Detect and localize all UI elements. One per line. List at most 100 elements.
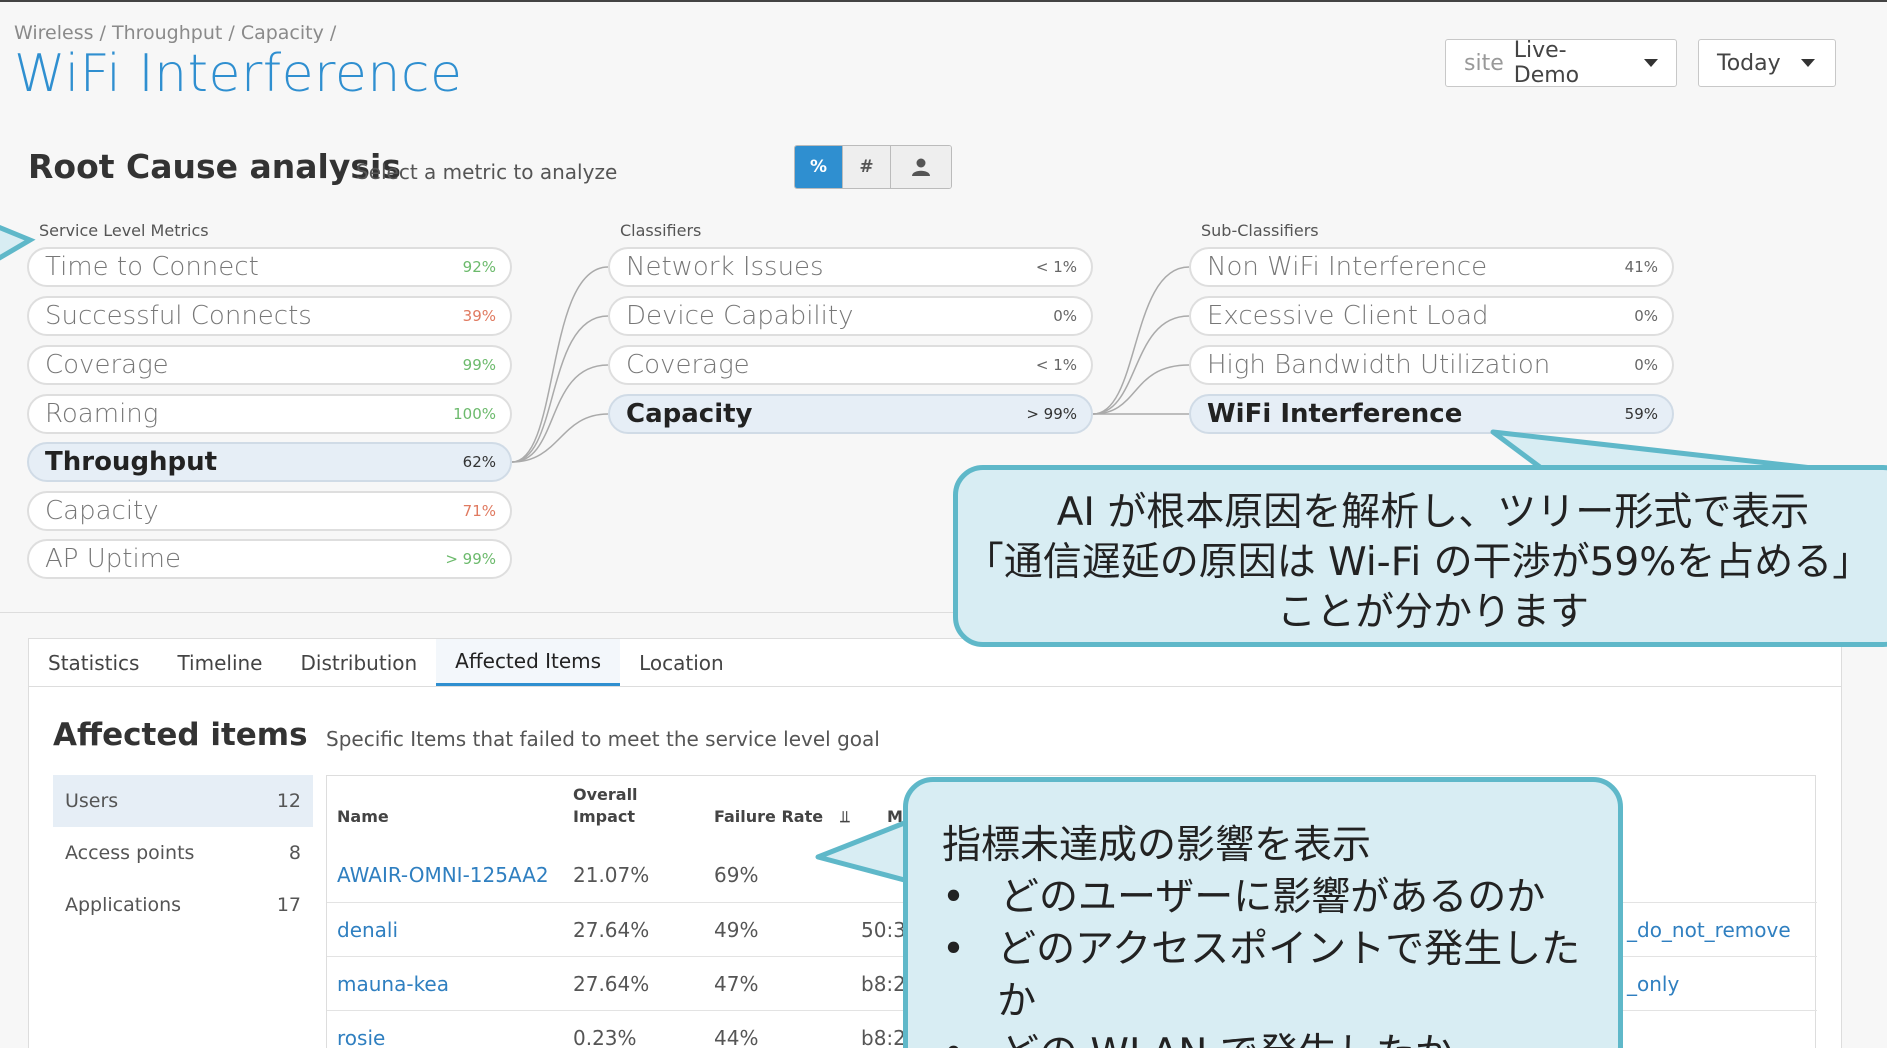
row-mac: 50:3 bbox=[861, 918, 906, 942]
subclassifier-item-wifi-interference[interactable]: WiFi Interference 59% bbox=[1189, 394, 1674, 434]
row-name-link[interactable]: denali bbox=[337, 903, 398, 957]
column-header-impact-line1: Overall bbox=[573, 785, 638, 804]
bullet-mark: • bbox=[942, 875, 966, 920]
row-impact: 21.07% bbox=[573, 863, 650, 887]
subclassifier-item-percent: 59% bbox=[1624, 405, 1658, 423]
affected-category-list: Users 12 Access points 8 Applications 17 bbox=[53, 775, 313, 931]
classifier-item-percent: < 1% bbox=[1035, 356, 1077, 374]
column-header-name[interactable]: Name bbox=[337, 806, 389, 828]
classifier-item-label: Network Issues bbox=[626, 252, 824, 282]
tree-explanation-callout: AI が根本原因を解析し、ツリー形式で表示 「通信遅延の原因は Wi-Fi の干… bbox=[953, 465, 1887, 647]
classifier-item-coverage[interactable]: Coverage < 1% bbox=[608, 345, 1093, 385]
subclassifier-item-percent: 41% bbox=[1624, 258, 1658, 276]
row-impact: 27.64% bbox=[573, 918, 650, 942]
tab-statistics[interactable]: Statistics bbox=[29, 639, 158, 686]
callout-line: ことが分かります bbox=[1276, 590, 1589, 635]
slm-item-percent: 62% bbox=[462, 453, 496, 471]
category-label: Applications bbox=[65, 894, 182, 916]
subclassifier-item-excessive-client-load[interactable]: Excessive Client Load 0% bbox=[1189, 296, 1674, 336]
column-header-failure-label: Failure Rate bbox=[714, 807, 824, 826]
row-impact: 27.64% bbox=[573, 972, 650, 996]
subclassifier-item-percent: 0% bbox=[1634, 356, 1658, 374]
subclassifier-item-label: WiFi Interference bbox=[1207, 399, 1463, 429]
row-failure-rate: 44% bbox=[714, 1026, 759, 1048]
subclassifier-item-label: Excessive Client Load bbox=[1207, 301, 1489, 331]
callout-bullet: • どのユーザーに影響があるのか bbox=[942, 872, 1588, 924]
category-access-points[interactable]: Access points 8 bbox=[53, 827, 313, 879]
subclassifier-item-label: Non WiFi Interference bbox=[1207, 252, 1488, 282]
affected-items-subtitle: Specific Items that failed to meet the s… bbox=[326, 727, 880, 751]
bullet-text: どの WLAN で発生したか bbox=[1000, 1028, 1454, 1048]
row-failure-rate: 69% bbox=[714, 863, 759, 887]
slm-item-throughput[interactable]: Throughput 62% bbox=[27, 442, 512, 482]
row-mac: b8:2 bbox=[861, 1026, 906, 1048]
callout-bullet: •どの WLAN で発生したか bbox=[942, 1028, 1588, 1048]
row-wlan-link[interactable]: _only bbox=[1627, 957, 1679, 1011]
slm-item-percent: 39% bbox=[462, 307, 496, 325]
category-label: Access points bbox=[65, 842, 195, 864]
slm-item-label: Capacity bbox=[45, 496, 159, 526]
column-header-impact-line2: Impact bbox=[573, 807, 636, 826]
row-name-link[interactable]: mauna-kea bbox=[337, 957, 449, 1011]
row-name-link[interactable]: AWAIR-OMNI-125AA2 bbox=[337, 848, 549, 902]
classifier-item-device-capability[interactable]: Device Capability 0% bbox=[608, 296, 1093, 336]
callout-line: AI が根本原因を解析し、ツリー形式で表示 bbox=[1056, 490, 1810, 535]
row-name-link[interactable]: rosie bbox=[337, 1011, 385, 1048]
classifier-item-percent: > 99% bbox=[1026, 405, 1077, 423]
slm-item-label: AP Uptime bbox=[45, 544, 182, 574]
slm-item-ap-uptime[interactable]: AP Uptime > 99% bbox=[27, 539, 512, 579]
slm-item-percent: 99% bbox=[462, 356, 496, 374]
callout-bullet-list: •どのユーザーに影響があるのか •どのアクセスポイントで発生したか •どの WL… bbox=[942, 872, 1588, 1048]
bullet-text: どのアクセスポイントで発生したか bbox=[997, 927, 1581, 1024]
callout-heading: 指標未達成の影響を表示 bbox=[942, 823, 1372, 868]
subclassifier-item-percent: 0% bbox=[1634, 307, 1658, 325]
callout-bullet: • どのアクセスポイントで発生したか bbox=[942, 924, 1588, 1028]
bullet-mark: • bbox=[942, 1028, 1000, 1048]
bullet-text: どのユーザーに影響があるのか bbox=[1000, 875, 1546, 920]
classifier-item-label: Device Capability bbox=[626, 301, 854, 331]
classifier-item-capacity[interactable]: Capacity > 99% bbox=[608, 394, 1093, 434]
category-label: Users bbox=[65, 790, 119, 812]
column-header-overall-impact[interactable]: Overall Impact bbox=[573, 784, 638, 828]
subclassifier-item-label: High Bandwidth Utilization bbox=[1207, 350, 1551, 380]
row-impact: 0.23% bbox=[573, 1026, 637, 1048]
slm-item-percent: 100% bbox=[453, 405, 496, 423]
callout-line: 「通信遅延の原因は Wi-Fi の干渉が59%を占める」 bbox=[964, 540, 1872, 585]
tab-location[interactable]: Location bbox=[620, 639, 743, 686]
classifier-item-network-issues[interactable]: Network Issues < 1% bbox=[608, 247, 1093, 287]
category-users[interactable]: Users 12 bbox=[53, 775, 313, 827]
subclassifier-item-high-bandwidth-utilization[interactable]: High Bandwidth Utilization 0% bbox=[1189, 345, 1674, 385]
slm-item-percent: 71% bbox=[462, 502, 496, 520]
classifier-item-percent: 0% bbox=[1053, 307, 1077, 325]
slm-item-percent: > 99% bbox=[445, 550, 496, 568]
category-applications[interactable]: Applications 17 bbox=[53, 879, 313, 931]
bullet-mark: • bbox=[942, 927, 966, 972]
slm-item-successful-connects[interactable]: Successful Connects 39% bbox=[27, 296, 512, 336]
subclassifier-item-non-wifi-interference[interactable]: Non WiFi Interference 41% bbox=[1189, 247, 1674, 287]
slm-item-label: Coverage bbox=[45, 350, 169, 380]
slm-item-time-to-connect[interactable]: Time to Connect 92% bbox=[27, 247, 512, 287]
slm-item-capacity[interactable]: Capacity 71% bbox=[27, 491, 512, 531]
column-header-failure-rate[interactable]: Failure Rate ⫫ bbox=[714, 806, 850, 828]
classifier-item-label: Capacity bbox=[626, 399, 753, 429]
classifier-item-label: Coverage bbox=[626, 350, 750, 380]
slm-item-label: Throughput bbox=[45, 447, 218, 477]
slm-item-roaming[interactable]: Roaming 100% bbox=[27, 394, 512, 434]
tab-affected-items[interactable]: Affected Items bbox=[436, 639, 621, 686]
category-count: 17 bbox=[276, 894, 301, 916]
impact-explanation-callout: 指標未達成の影響を表示 • どのユーザーに影響があるのか • どのアクセスポイントで… bbox=[903, 777, 1623, 1048]
row-failure-rate: 47% bbox=[714, 972, 759, 996]
row-wlan-link[interactable]: _do_not_remove bbox=[1627, 903, 1791, 957]
tab-timeline[interactable]: Timeline bbox=[158, 639, 281, 686]
slm-item-label: Roaming bbox=[45, 399, 159, 429]
row-failure-rate: 49% bbox=[714, 918, 759, 942]
tab-distribution[interactable]: Distribution bbox=[281, 639, 436, 686]
slm-item-coverage[interactable]: Coverage 99% bbox=[27, 345, 512, 385]
slm-item-label: Successful Connects bbox=[45, 301, 312, 331]
row-mac: b8:2 bbox=[861, 972, 906, 996]
app-frame: Wireless / Throughput / Capacity / WiFi … bbox=[0, 0, 1887, 1048]
sort-desc-icon: ⫫ bbox=[840, 807, 850, 826]
category-count: 12 bbox=[276, 790, 301, 812]
classifier-item-percent: < 1% bbox=[1035, 258, 1077, 276]
slm-item-percent: 92% bbox=[462, 258, 496, 276]
